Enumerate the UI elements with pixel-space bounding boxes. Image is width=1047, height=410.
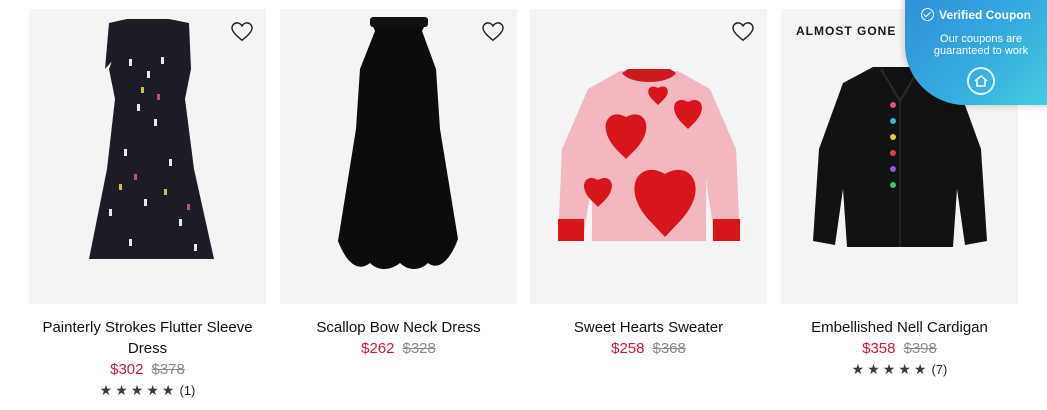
product-title[interactable]: Scallop Bow Neck Dress xyxy=(280,317,517,338)
star-rating-icon: ★★★★★ xyxy=(99,382,178,398)
product-image[interactable] xyxy=(530,9,767,304)
price-row: $262 $328 xyxy=(280,338,517,359)
check-circle-icon xyxy=(921,8,934,21)
original-price: $378 xyxy=(151,361,185,378)
product-card[interactable]: Scallop Bow Neck Dress $262 $328 xyxy=(280,9,517,359)
sweater-image xyxy=(558,69,740,241)
product-rating[interactable]: ★★★★★ (7) xyxy=(781,359,1018,380)
product-title[interactable]: Sweet Hearts Sweater xyxy=(530,317,767,338)
original-price: $328 xyxy=(402,340,436,357)
star-rating-icon: ★★★★★ xyxy=(851,361,930,377)
coupon-subtitle: Our coupons are guaranteed to work xyxy=(933,33,1029,57)
price-row: $358 $398 xyxy=(781,338,1018,359)
original-price: $368 xyxy=(652,340,686,357)
product-rating[interactable]: ★★★★★ (1) xyxy=(29,380,266,401)
heart-icon[interactable] xyxy=(732,22,754,42)
sale-price: $262 xyxy=(361,340,395,357)
price-row: $302 $378 xyxy=(29,359,266,380)
product-card[interactable]: Sweet Hearts Sweater $258 $368 xyxy=(530,9,767,359)
product-image[interactable] xyxy=(280,9,517,304)
dress-image xyxy=(89,19,214,259)
sale-price: $358 xyxy=(862,340,896,357)
product-card[interactable]: Painterly Strokes Flutter Sleeve Dress $… xyxy=(29,9,266,401)
original-price: $398 xyxy=(903,340,937,357)
product-title[interactable]: Embellished Nell Cardigan xyxy=(781,317,1018,338)
home-icon[interactable] xyxy=(967,67,995,95)
product-grid: Painterly Strokes Flutter Sleeve Dress $… xyxy=(29,9,1019,409)
review-count: (7) xyxy=(931,362,948,377)
verified-coupon-title: Verified Coupon xyxy=(939,8,1032,22)
review-count: (1) xyxy=(179,383,196,398)
verified-coupon-header: Verified Coupon xyxy=(921,8,1031,22)
heart-icon[interactable] xyxy=(231,22,253,42)
heart-icon[interactable] xyxy=(482,22,504,42)
price-row: $258 $368 xyxy=(530,338,767,359)
dress-image xyxy=(338,17,458,269)
sale-price: $302 xyxy=(110,361,144,378)
product-image[interactable] xyxy=(29,9,266,304)
verified-coupon-widget[interactable]: Verified Coupon Our coupons are guarante… xyxy=(905,0,1047,105)
product-title[interactable]: Painterly Strokes Flutter Sleeve Dress xyxy=(29,317,266,359)
sale-price: $258 xyxy=(611,340,645,357)
